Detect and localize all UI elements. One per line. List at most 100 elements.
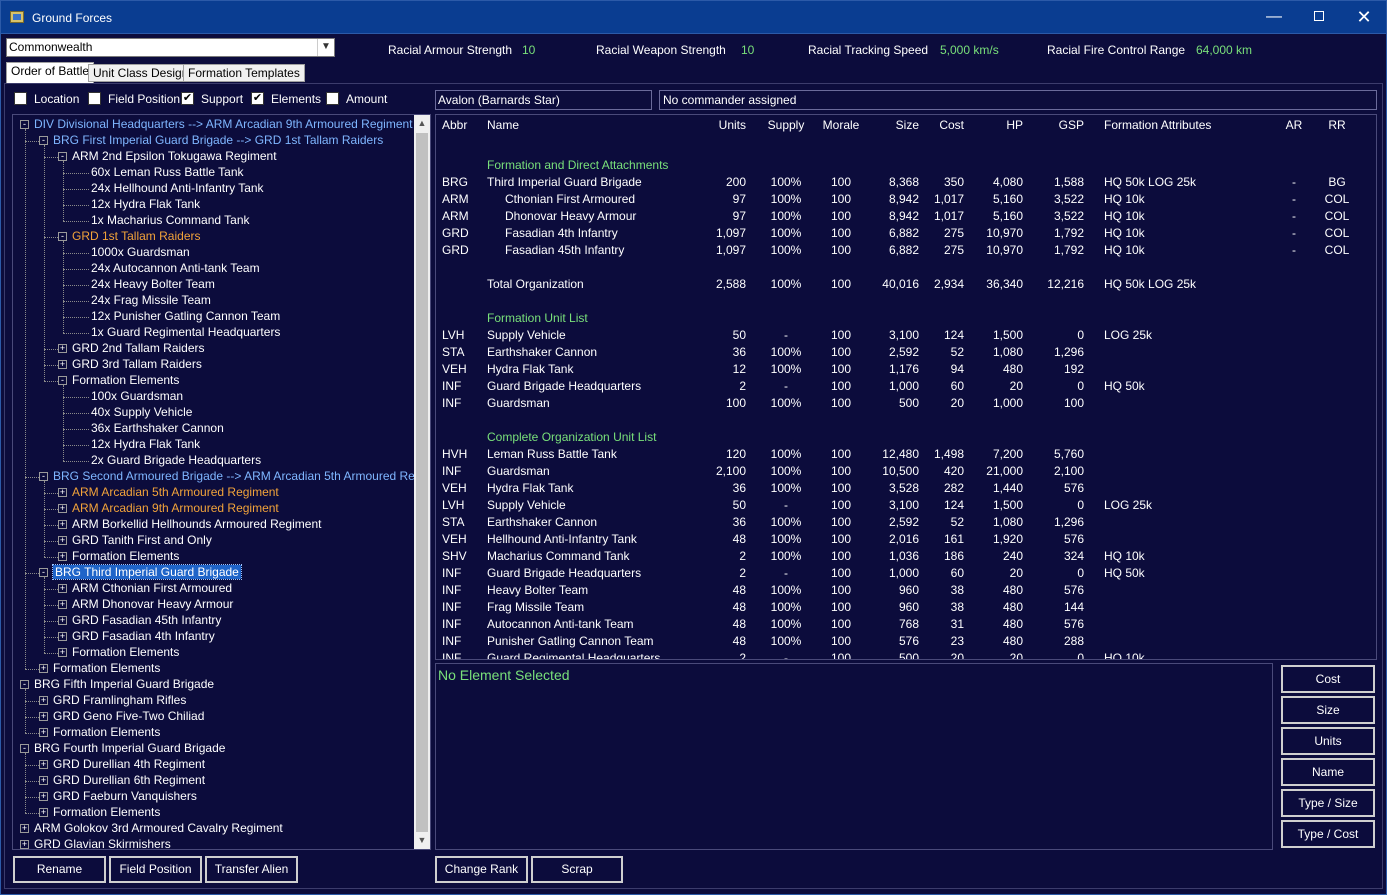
tree-item[interactable]: 60x Leman Russ Battle Tank [91,165,244,181]
expand-icon[interactable]: + [58,360,67,369]
expand-icon[interactable]: + [20,840,29,849]
tree-item[interactable]: GRD 2nd Tallam Raiders [72,341,205,357]
tree-item[interactable]: Formation Elements [53,725,160,741]
tree-item[interactable]: 12x Hydra Flak Tank [91,197,200,213]
change-rank-button[interactable]: Change Rank [435,856,528,883]
expand-icon[interactable]: + [39,664,48,673]
checkbox-box[interactable] [88,92,101,105]
scroll-down-icon[interactable]: ▼ [414,832,430,849]
tree-item[interactable]: GRD Geno Five-Two Chiliad [53,709,204,725]
checkbox-box[interactable] [14,92,27,105]
expand-icon[interactable]: + [58,520,67,529]
tree-item[interactable]: GRD 3rd Tallam Raiders [72,357,202,373]
tree-item[interactable]: 24x Autocannon Anti-tank Team [91,261,260,277]
tree-item[interactable]: 1x Macharius Command Tank [91,213,250,229]
tree-item[interactable]: BRG Fourth Imperial Guard Brigade [34,741,225,757]
tree-item[interactable]: GRD Glavian Skirmishers [34,837,171,849]
tree-item[interactable]: Formation Elements [72,645,179,661]
expand-icon[interactable]: + [58,584,67,593]
tree-item[interactable]: GRD Framlingham Rifles [53,693,186,709]
expand-icon[interactable]: + [39,792,48,801]
tree-item[interactable]: ARM Golokov 3rd Armoured Cavalry Regimen… [34,821,283,837]
collapse-icon[interactable]: - [39,136,48,145]
tree-item[interactable]: GRD Faeburn Vanquishers [53,789,197,805]
tree-item[interactable]: 24x Frag Missile Team [91,293,211,309]
expand-icon[interactable]: + [58,552,67,561]
sort-type-size-button[interactable]: Type / Size [1281,789,1375,817]
scroll-thumb[interactable] [416,133,428,832]
sort-name-button[interactable]: Name [1281,758,1375,786]
collapse-icon[interactable]: - [20,680,29,689]
expand-icon[interactable]: + [58,616,67,625]
expand-icon[interactable]: + [39,808,48,817]
tab-formation-templates[interactable]: Formation Templates [183,64,305,82]
sort-size-button[interactable]: Size [1281,696,1375,724]
scroll-up-icon[interactable]: ▲ [414,115,430,132]
expand-icon[interactable]: + [39,712,48,721]
tab-unit-class-design[interactable]: Unit Class Design [88,64,194,82]
tree-item[interactable]: BRG Third Imperial Guard Brigade [52,564,242,581]
expand-icon[interactable]: + [39,696,48,705]
collapse-icon[interactable]: - [20,744,29,753]
checkbox-box[interactable] [326,92,339,105]
expand-icon[interactable]: + [20,824,29,833]
expand-icon[interactable]: + [58,632,67,641]
tree-item[interactable]: 36x Earthshaker Cannon [91,421,224,437]
tree-item[interactable]: GRD Tanith First and Only [72,533,212,549]
tree-item[interactable]: BRG First Imperial Guard Brigade --> GRD… [53,133,383,149]
tree-item[interactable]: DIV Divisional Headquarters --> ARM Arca… [34,117,413,133]
expand-icon[interactable]: + [58,488,67,497]
tree-item[interactable]: GRD Durellian 6th Regiment [53,773,205,789]
maximize-button[interactable] [1296,1,1342,35]
tree-scrollbar[interactable]: ▲ ▼ [414,115,430,849]
chevron-down-icon[interactable]: ▼ [317,39,334,56]
expand-icon[interactable]: + [39,760,48,769]
expand-icon[interactable]: + [58,648,67,657]
tree-item[interactable]: 24x Heavy Bolter Team [91,277,215,293]
tree-item[interactable]: Formation Elements [53,661,160,677]
collapse-icon[interactable]: - [39,472,48,481]
checkmark-icon[interactable]: ✔ [251,92,264,105]
tree-item[interactable]: Formation Elements [72,549,179,565]
tree-item[interactable]: GRD Fasadian 4th Infantry [72,629,215,645]
transfer-alien-button[interactable]: Transfer Alien [205,856,298,883]
sort-type-cost-button[interactable]: Type / Cost [1281,820,1375,848]
collapse-icon[interactable]: - [58,152,67,161]
collapse-icon[interactable]: - [20,120,29,129]
tab-order-of-battle[interactable]: Order of Battle [6,62,95,83]
expand-icon[interactable]: + [39,728,48,737]
scrap-button[interactable]: Scrap [531,856,623,883]
expand-icon[interactable]: + [58,536,67,545]
collapse-icon[interactable]: - [39,568,48,577]
tree-item[interactable]: BRG Fifth Imperial Guard Brigade [34,677,214,693]
expand-icon[interactable]: + [58,344,67,353]
tree-item[interactable]: Formation Elements [72,373,179,389]
checkmark-icon[interactable]: ✔ [181,92,194,105]
field-position-button[interactable]: Field Position [109,856,202,883]
tree-item[interactable]: 12x Punisher Gatling Cannon Team [91,309,280,325]
tree-item[interactable]: 40x Supply Vehicle [91,405,192,421]
tree-item[interactable]: Formation Elements [53,805,160,821]
collapse-icon[interactable]: - [58,376,67,385]
tree-item[interactable]: ARM 2nd Epsilon Tokugawa Regiment [72,149,277,165]
tree-item[interactable]: BRG Second Armoured Brigade --> ARM Arca… [53,469,430,485]
rename-button[interactable]: Rename [13,856,106,883]
tree-item[interactable]: GRD Durellian 4th Regiment [53,757,205,773]
expand-icon[interactable]: + [58,504,67,513]
expand-icon[interactable]: + [58,600,67,609]
close-button[interactable]: ✕ [1341,1,1387,35]
tree-item[interactable]: ARM Arcadian 5th Armoured Regiment [72,485,279,501]
minimize-button[interactable]: — [1251,1,1297,35]
sort-cost-button[interactable]: Cost [1281,665,1375,693]
tree-item[interactable]: ARM Borkellid Hellhounds Armoured Regime… [72,517,321,533]
expand-icon[interactable]: + [39,776,48,785]
tree-item[interactable]: 2x Guard Brigade Headquarters [91,453,261,469]
tree-item[interactable]: 100x Guardsman [91,389,183,405]
sort-units-button[interactable]: Units [1281,727,1375,755]
race-select[interactable]: Commonwealth ▼ [6,38,335,57]
tree-item[interactable]: 1x Guard Regimental Headquarters [91,325,280,341]
tree-item[interactable]: 12x Hydra Flak Tank [91,437,200,453]
tree-item[interactable]: 1000x Guardsman [91,245,190,261]
order-of-battle-tree[interactable]: - DIV Divisional Headquarters --> ARM Arc… [12,114,431,850]
collapse-icon[interactable]: - [58,232,67,241]
